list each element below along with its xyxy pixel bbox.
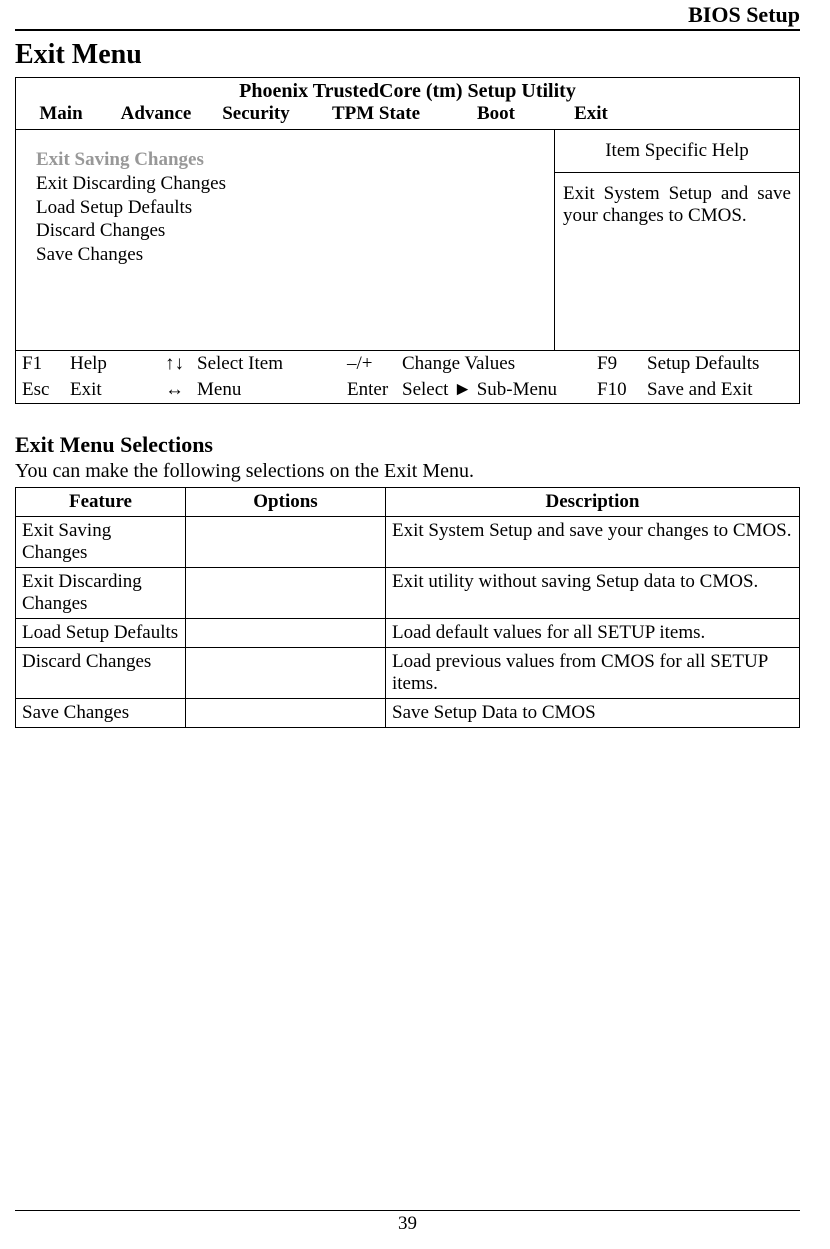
help-panel-title: Item Specific Help bbox=[555, 130, 799, 173]
selections-lead: You can make the following selections on… bbox=[15, 460, 800, 483]
legend-key-f9: F9 bbox=[597, 353, 647, 375]
th-feature: Feature bbox=[16, 488, 186, 517]
cell-description: Load default values for all SETUP items. bbox=[386, 619, 800, 648]
help-panel-body: Exit System Setup and save your changes … bbox=[555, 173, 799, 350]
cell-description: Load previous values from CMOS for all S… bbox=[386, 648, 800, 699]
legend-key-enter: Enter bbox=[347, 379, 402, 401]
selections-table: Feature Options Description Exit Saving … bbox=[15, 487, 800, 728]
legend-label-change-values: Change Values bbox=[402, 353, 597, 375]
legend-label-submenu: Select ► Sub-Menu bbox=[402, 379, 597, 401]
legend-key-f10: F10 bbox=[597, 379, 647, 401]
menu-item-exit-discarding-changes[interactable]: Exit Discarding Changes bbox=[36, 172, 544, 196]
legend-label-save-exit: Save and Exit bbox=[647, 379, 793, 401]
cell-feature: Discard Changes bbox=[16, 648, 186, 699]
cell-options bbox=[186, 648, 386, 699]
legend-row-2: Esc Exit ↔ Menu Enter Select ► Sub-Menu … bbox=[16, 377, 799, 403]
tab-tpm-state[interactable]: TPM State bbox=[306, 103, 446, 125]
cell-feature: Exit Discarding Changes bbox=[16, 568, 186, 619]
cell-feature: Exit Saving Changes bbox=[16, 517, 186, 568]
cell-options bbox=[186, 517, 386, 568]
menu-item-discard-changes[interactable]: Discard Changes bbox=[36, 219, 544, 243]
cell-options bbox=[186, 619, 386, 648]
table-row: Exit Discarding Changes Exit utility wit… bbox=[16, 568, 800, 619]
page-title: Exit Menu bbox=[15, 39, 800, 71]
cell-description: Exit utility without saving Setup data t… bbox=[386, 568, 800, 619]
tab-security[interactable]: Security bbox=[206, 103, 306, 125]
bios-setup-box: Phoenix TrustedCore (tm) Setup Utility M… bbox=[15, 77, 800, 404]
legend-key-updown: ↑↓ bbox=[165, 353, 197, 375]
table-row: Exit Saving Changes Exit System Setup an… bbox=[16, 517, 800, 568]
th-description: Description bbox=[386, 488, 800, 517]
bios-utility-title: Phoenix TrustedCore (tm) Setup Utility bbox=[16, 78, 799, 103]
tab-advance[interactable]: Advance bbox=[106, 103, 206, 125]
legend-key-esc: Esc bbox=[22, 379, 70, 401]
menu-item-save-changes[interactable]: Save Changes bbox=[36, 243, 544, 267]
cell-feature: Save Changes bbox=[16, 699, 186, 728]
running-header: BIOS Setup bbox=[15, 0, 800, 31]
legend-key-plusminus: –/+ bbox=[347, 353, 402, 375]
table-header-row: Feature Options Description bbox=[16, 488, 800, 517]
table-row: Save Changes Save Setup Data to CMOS bbox=[16, 699, 800, 728]
table-row: Discard Changes Load previous values fro… bbox=[16, 648, 800, 699]
legend-label-select-item: Select Item bbox=[197, 353, 347, 375]
cell-description: Exit System Setup and save your changes … bbox=[386, 517, 800, 568]
table-row: Load Setup Defaults Load default values … bbox=[16, 619, 800, 648]
legend-row-1: F1 Help ↑↓ Select Item –/+ Change Values… bbox=[16, 351, 799, 377]
legend-label-exit: Exit bbox=[70, 379, 165, 401]
bios-help-panel: Item Specific Help Exit System Setup and… bbox=[554, 130, 799, 350]
tab-boot[interactable]: Boot bbox=[446, 103, 546, 125]
cell-options bbox=[186, 568, 386, 619]
page: BIOS Setup Exit Menu Phoenix TrustedCore… bbox=[0, 0, 830, 1249]
th-options: Options bbox=[186, 488, 386, 517]
legend-label-setup-defaults: Setup Defaults bbox=[647, 353, 793, 375]
page-number: 39 bbox=[15, 1210, 800, 1235]
cell-options bbox=[186, 699, 386, 728]
bios-tab-bar: Main Advance Security TPM State Boot Exi… bbox=[16, 103, 799, 129]
cell-feature: Load Setup Defaults bbox=[16, 619, 186, 648]
bios-menu-list: Exit Saving Changes Exit Discarding Chan… bbox=[16, 130, 554, 350]
selections-heading: Exit Menu Selections bbox=[15, 432, 800, 458]
legend-label-help: Help bbox=[70, 353, 165, 375]
menu-item-load-setup-defaults[interactable]: Load Setup Defaults bbox=[36, 196, 544, 220]
menu-item-exit-saving-changes[interactable]: Exit Saving Changes bbox=[36, 148, 544, 172]
tab-main[interactable]: Main bbox=[16, 103, 106, 125]
cell-description: Save Setup Data to CMOS bbox=[386, 699, 800, 728]
tab-exit[interactable]: Exit bbox=[546, 103, 636, 125]
legend-label-menu: Menu bbox=[197, 379, 347, 401]
legend-key-leftright: ↔ bbox=[165, 379, 197, 401]
legend-key-f1: F1 bbox=[22, 353, 70, 375]
bios-body: Exit Saving Changes Exit Discarding Chan… bbox=[16, 129, 799, 351]
bios-key-legend: F1 Help ↑↓ Select Item –/+ Change Values… bbox=[16, 351, 799, 403]
